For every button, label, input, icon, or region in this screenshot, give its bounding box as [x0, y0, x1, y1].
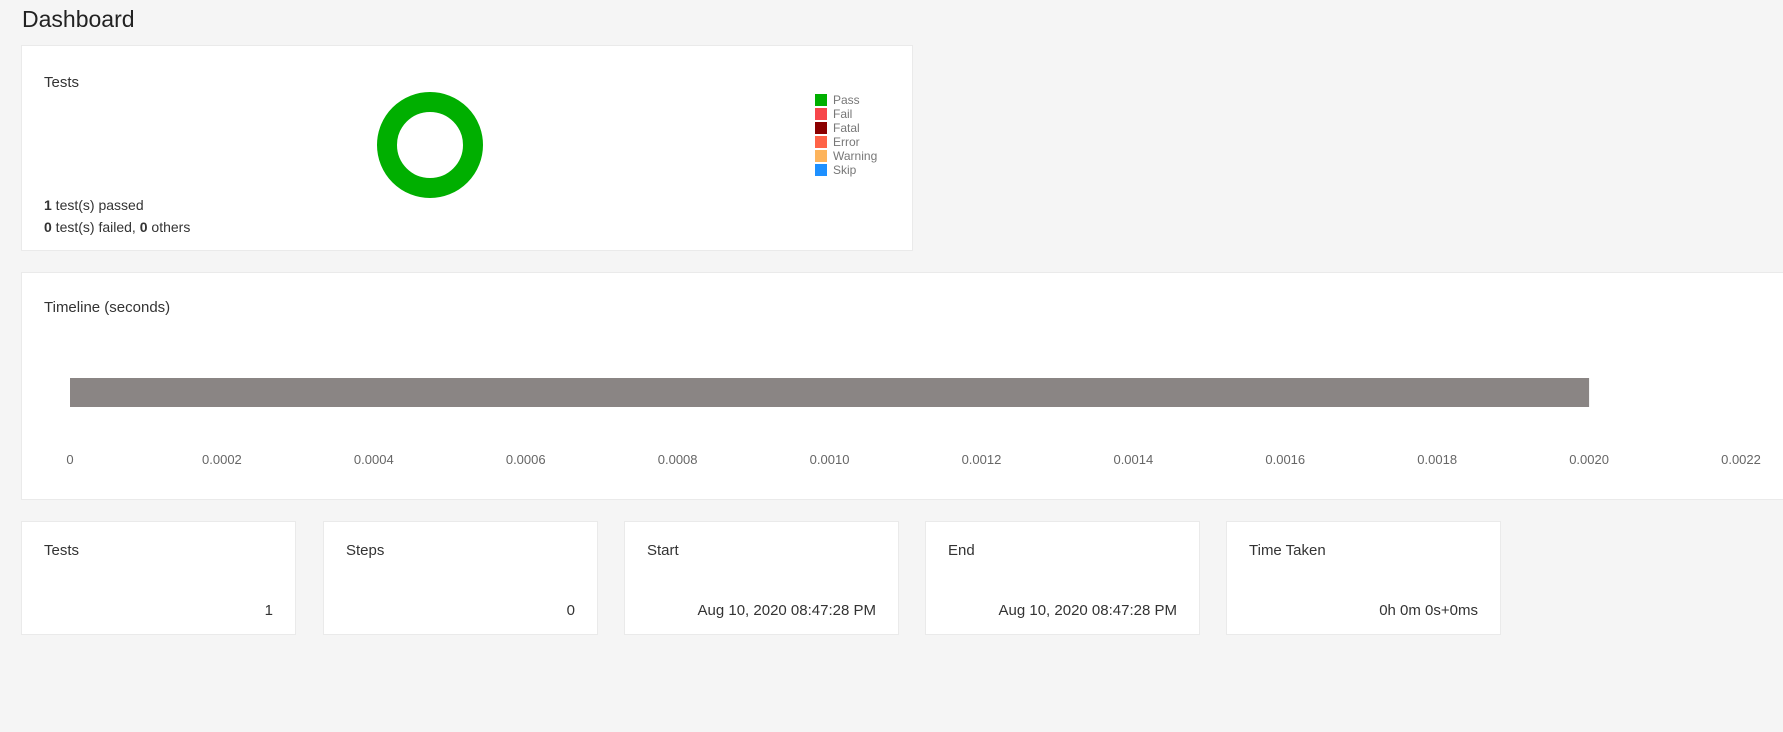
timeline-bar-0[interactable] — [70, 378, 1590, 407]
legend-swatch-skip — [815, 164, 827, 176]
legend-label-fatal: Fatal — [833, 121, 860, 135]
others-count: 0 — [139, 219, 148, 235]
timeline-tick-label: 0.0022 — [1721, 452, 1761, 467]
stat-value-steps: 0 — [566, 602, 575, 619]
legend-swatch-fatal — [815, 122, 827, 134]
legend-item-fatal[interactable]: Fatal — [815, 121, 877, 135]
timeline-tick-label: 0.0008 — [658, 452, 698, 467]
legend-swatch-pass — [815, 94, 827, 106]
stat-card-tests: Tests 1 — [21, 521, 296, 635]
stat-label-steps: Steps — [346, 542, 385, 559]
stat-card-time-taken: Time Taken 0h 0m 0s+0ms — [1226, 521, 1501, 635]
timeline-tick-label: 0 — [66, 452, 73, 467]
stat-card-steps: Steps 0 — [323, 521, 598, 635]
tests-card-title: Tests — [44, 74, 80, 91]
legend-item-error[interactable]: Error — [815, 135, 877, 149]
others-text: others — [147, 219, 191, 235]
stat-label-start: Start — [647, 542, 679, 559]
timeline-tick-label: 0.0018 — [1417, 452, 1457, 467]
passed-count: 1 — [44, 197, 52, 213]
legend-label-warning: Warning — [833, 149, 878, 163]
stat-card-start: Start Aug 10, 2020 08:47:28 PM — [624, 521, 899, 635]
tests-donut-chart[interactable] — [377, 92, 483, 198]
stat-value-tests: 1 — [264, 602, 273, 619]
tests-card: Tests Pass Fail Fatal Error Warning Skip… — [21, 45, 913, 251]
passed-text: test(s) passed — [51, 197, 144, 213]
legend-swatch-warning — [815, 150, 827, 162]
page-title: Dashboard — [22, 6, 135, 32]
legend-item-fail[interactable]: Fail — [815, 107, 877, 121]
legend-label-skip: Skip — [833, 163, 857, 177]
tests-failed-summary: 0 test(s) failed, 0 others — [44, 219, 190, 235]
timeline-card: Timeline (seconds) 0 0.0002 0.0004 0.0006 0.… — [21, 272, 1783, 500]
legend-item-pass[interactable]: Pass — [815, 93, 877, 107]
donut-pass-segment — [377, 92, 483, 198]
timeline-tick-label: 0.0020 — [1569, 452, 1609, 467]
legend-swatch-fail — [815, 108, 827, 120]
stat-value-time-taken: 0h 0m 0s+0ms — [1379, 602, 1478, 619]
stat-label-time-taken: Time Taken — [1249, 542, 1326, 559]
stat-value-end: Aug 10, 2020 08:47:28 PM — [998, 602, 1177, 619]
legend-label-pass: Pass — [833, 93, 860, 107]
failed-text: test(s) failed, — [51, 219, 140, 235]
timeline-tick-label: 0.0004 — [354, 452, 394, 467]
legend-label-error: Error — [833, 135, 860, 149]
stat-card-end: End Aug 10, 2020 08:47:28 PM — [925, 521, 1200, 635]
timeline-tick-label: 0.0002 — [202, 452, 242, 467]
tests-legend: Pass Fail Fatal Error Warning Skip — [815, 93, 877, 177]
timeline-tick-label: 0.0012 — [962, 452, 1002, 467]
legend-item-skip[interactable]: Skip — [815, 163, 877, 177]
tests-passed-summary: 1 test(s) passed — [44, 197, 144, 213]
failed-count: 0 — [44, 219, 52, 235]
timeline-tick-label: 0.0006 — [506, 452, 546, 467]
timeline-chart: 0 0.0002 0.0004 0.0006 0.0008 0.0010 0.0012 0.0… — [66, 378, 1761, 467]
stat-value-start: Aug 10, 2020 08:47:28 PM — [697, 602, 876, 619]
legend-label-fail: Fail — [833, 107, 853, 121]
stat-label-tests: Tests — [44, 542, 80, 559]
timeline-tick-label: 0.0010 — [810, 452, 850, 467]
timeline-tick-label: 0.0014 — [1113, 452, 1153, 467]
stat-label-end: End — [948, 542, 975, 559]
legend-item-warning[interactable]: Warning — [815, 149, 877, 163]
legend-swatch-error — [815, 136, 827, 148]
timeline-tick-label: 0.0016 — [1265, 452, 1305, 467]
